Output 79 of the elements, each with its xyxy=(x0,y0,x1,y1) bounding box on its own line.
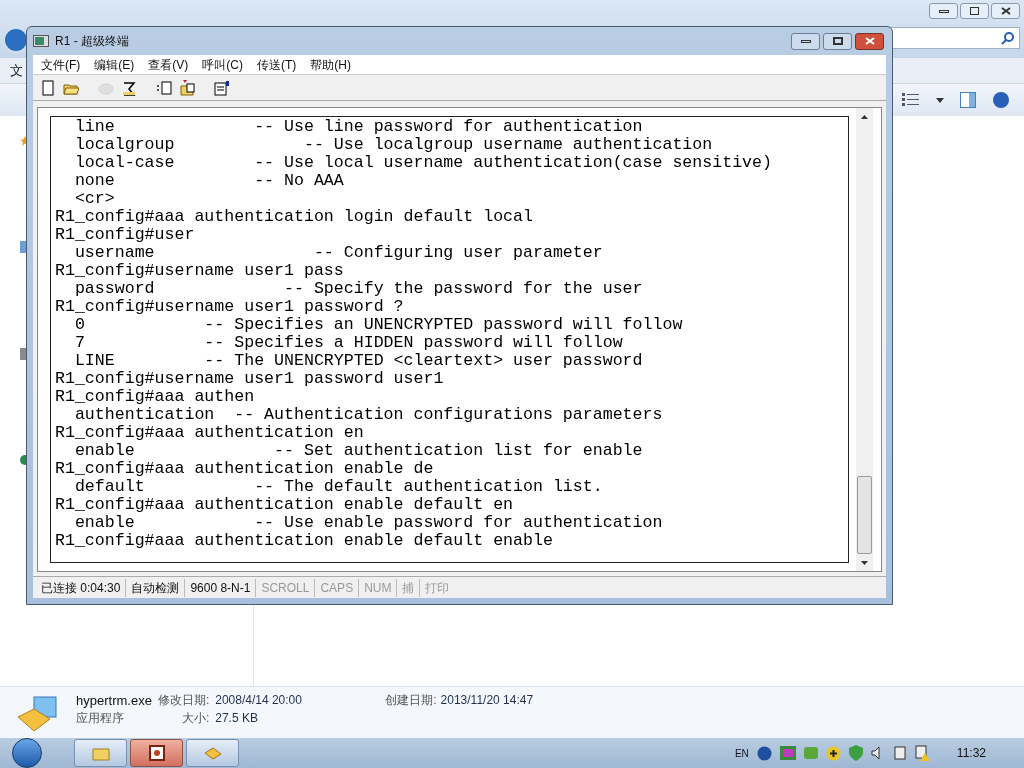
terminal-line: R1_config#aaa authentication en xyxy=(55,424,365,442)
file-type: 应用程序 xyxy=(76,711,125,726)
terminal-icon xyxy=(33,35,49,47)
send-file-icon[interactable] xyxy=(156,79,172,96)
start-button[interactable] xyxy=(12,738,42,768)
search-icon xyxy=(1001,31,1015,45)
terminal-line: authentication -- Authentication configurations parameters xyxy=(73,406,664,424)
terminal-icon xyxy=(146,743,167,763)
clock[interactable]: 11:32 xyxy=(956,744,986,762)
warning-icon[interactable] xyxy=(914,745,931,761)
field-value: 27.5 KB xyxy=(215,711,259,726)
terminal-line: <cr> xyxy=(73,190,116,208)
status-text: 已连接 0:04:30 xyxy=(40,579,122,597)
terminal-line: enable -- Set authentication list for enable xyxy=(73,442,644,460)
search-field[interactable] xyxy=(890,27,1020,49)
scrollbar-thumb[interactable] xyxy=(857,476,872,554)
properties-icon[interactable] xyxy=(214,79,230,96)
terminal-line: none -- No AAA xyxy=(73,172,345,190)
field-value: 2008/4/14 20:00 xyxy=(215,693,303,708)
status-text: 捕 xyxy=(396,578,420,597)
close-icon xyxy=(1000,7,1011,15)
terminal-line: LINE -- The UNENCRYPTED <cleartext> user password xyxy=(73,352,644,370)
terminal-line: R1_config#aaa authentication login default local xyxy=(55,208,534,226)
terminal-line: enable -- Use enable password for authentication xyxy=(73,514,664,532)
field-value: 2013/11/20 14:47 xyxy=(440,693,534,708)
terminal-line: local-case -- Use local username authentication(case sensitive) xyxy=(73,154,773,172)
terminal-line: username -- Configuring user parameter xyxy=(73,244,604,262)
terminal-line: R1_config#aaa authentication enable default en xyxy=(55,496,515,514)
minimize-button[interactable] xyxy=(791,32,820,50)
view-list-icon[interactable] xyxy=(902,92,920,108)
menu-item[interactable]: 查看(V) xyxy=(148,55,189,74)
network-icon[interactable] xyxy=(779,746,796,760)
status-text: 自动检测 xyxy=(125,578,185,597)
taskbar-button[interactable] xyxy=(130,739,183,767)
restore-button[interactable] xyxy=(960,3,989,19)
file-name: hypertrm.exe xyxy=(76,693,152,708)
field-label: 创建日期: xyxy=(385,693,437,708)
preview-pane-icon[interactable] xyxy=(960,92,976,108)
field-label: 大小: xyxy=(180,711,210,726)
new-file-icon[interactable] xyxy=(40,79,56,96)
maximize-button[interactable] xyxy=(823,32,852,50)
minimize-button[interactable] xyxy=(929,3,958,19)
window-title: R1 - 超级终端 xyxy=(55,33,129,50)
field-label: 修改日期: xyxy=(157,693,210,708)
close-button[interactable] xyxy=(855,32,884,50)
scroll-up-icon[interactable] xyxy=(861,114,868,119)
close-button[interactable] xyxy=(991,3,1020,19)
menu-item[interactable]: 帮助(H) xyxy=(310,55,351,74)
terminal-line: R1_config#aaa authen xyxy=(55,388,256,406)
terminal-line: R1_config#username user1 password ? xyxy=(55,298,405,316)
close-icon xyxy=(864,37,875,45)
menu-item[interactable]: 传送(T) xyxy=(257,55,297,74)
menu-item[interactable]: 呼叫(C) xyxy=(202,55,243,74)
status-text: 9600 8-N-1 xyxy=(184,578,256,597)
menu-item[interactable]: 文 xyxy=(10,60,23,81)
status-text: SCROLL xyxy=(255,578,315,597)
caret-icon[interactable] xyxy=(936,97,944,103)
terminal-line: localgroup -- Use localgroup username authentication xyxy=(73,136,714,154)
plus-icon[interactable] xyxy=(825,745,841,761)
terminal-line: R1_config#aaa authentication enable default enable xyxy=(55,532,554,550)
terminal-line: default -- The default authentication list. xyxy=(73,478,604,496)
scroll-down-icon[interactable] xyxy=(861,560,868,565)
terminal-line: R1_config#username user1 password user1 xyxy=(55,370,445,388)
terminal-line: password -- Specify the password for the user xyxy=(73,280,644,298)
status-text: NUM xyxy=(358,578,397,597)
terminal-line: 0 -- Specifies an UNENCRYPTED password will follow xyxy=(73,316,684,334)
terminal-line: R1_config#username user1 pass xyxy=(55,262,345,280)
language-indicator[interactable]: EN xyxy=(734,745,749,761)
terminal-line: 7 -- Specifies a HIDDEN password will follow xyxy=(73,334,624,352)
receive-folder-icon[interactable] xyxy=(179,79,195,96)
terminal-line: R1_config#aaa authentication enable de xyxy=(55,460,435,478)
status-text: 打印 xyxy=(419,578,455,597)
terminal-line: line -- Use line password for authentication xyxy=(73,118,644,136)
menu-item[interactable]: 文件(F) xyxy=(41,55,81,74)
back-button[interactable] xyxy=(3,27,29,53)
terminal-line: R1_config#user xyxy=(55,226,196,244)
status-text: CAPS xyxy=(314,578,359,597)
scrollbar[interactable] xyxy=(856,108,873,571)
menu-item[interactable]: 编辑(E) xyxy=(94,55,135,74)
